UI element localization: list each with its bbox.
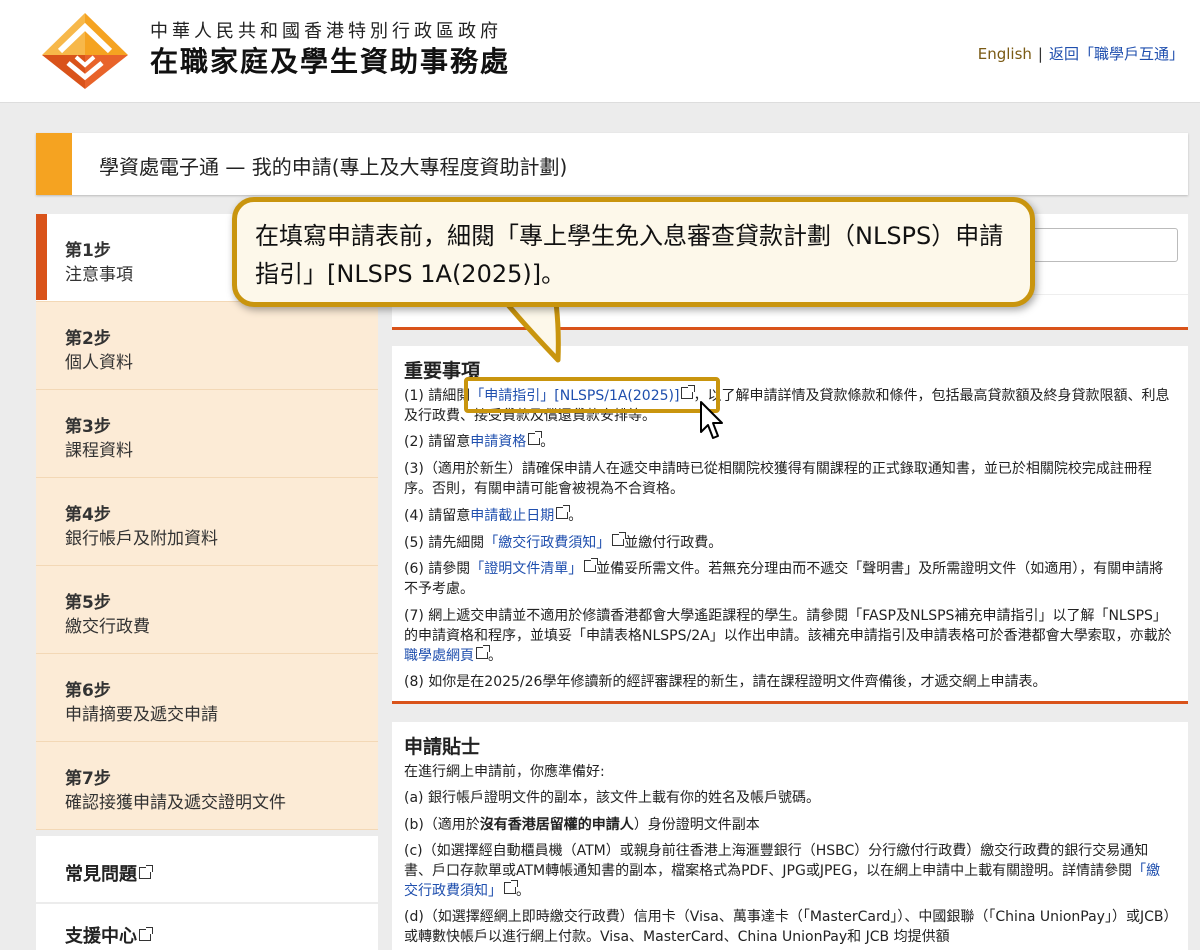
external-link-icon — [528, 431, 543, 445]
tip-text: 。 — [516, 883, 530, 899]
note-text: (4) 請留意 — [404, 508, 471, 524]
tip-bold-text: 沒有香港居留權的申請人 — [479, 817, 634, 833]
sidebar-step-2[interactable]: 第2步 個人資料 — [36, 302, 378, 390]
sidebar-step-7[interactable]: 第7步 確認接獲申請及遞交證明文件 — [36, 742, 378, 830]
tips-intro: 在進行網上申請前，你應準備好: — [404, 764, 605, 780]
application-tips-title: 申請貼士 — [404, 736, 481, 758]
link-highlight-box — [464, 377, 720, 413]
note-text: (7) 網上遞交申請並不適用於修讀香港都會大學遙距課程的學生。請參閱「FASP及… — [404, 608, 1172, 644]
link-separator: | — [1037, 45, 1043, 63]
title-accent — [36, 133, 72, 195]
deadline-link[interactable]: 申請截止日期 — [470, 508, 554, 524]
tip-text: (b)（適用於 — [404, 817, 480, 833]
note-text: 並繳付行政費。 — [624, 535, 723, 551]
sidebar-step-6[interactable]: 第6步 申請摘要及遞交申請 — [36, 654, 378, 742]
site-header: 中華人民共和國香港特別行政區政府 在職家庭及學生資助事務處 English | 返回… — [0, 0, 1200, 103]
external-link-icon — [504, 880, 518, 894]
tip-text: (a) 銀行帳戶證明文件的副本，該文件上載有你的姓名及帳戶號碼。 — [404, 790, 820, 806]
step-number: 第5步 — [65, 593, 111, 613]
instruction-callout: 在填寫申請表前，細閱「專上學生免入息審查貸款計劃（NLSPS）申請指引」[NLS… — [232, 197, 1035, 307]
tip-item-a: (a) 銀行帳戶證明文件的副本，該文件上載有你的姓名及帳戶號碼。 — [404, 788, 1174, 808]
note-text: (3)（適用於新生）請確保申請人在遞交申請時已從相關院校獲得有關課程的正式錄取通… — [404, 461, 1152, 497]
note-item-7: (7) 網上遞交申請並不適用於修讀香港都會大學遙距課程的學生。請參閱「FASP及… — [404, 606, 1174, 666]
support-center-link[interactable]: 支援中心 — [36, 904, 378, 950]
wfsfaa-logo-icon — [42, 13, 128, 89]
mouse-pointer-icon — [700, 401, 723, 439]
note-text: 。 — [568, 508, 583, 524]
step-label: 個人資料 — [65, 353, 133, 373]
header-links: English | 返回「職學戶互通」 — [978, 43, 1184, 64]
note-item-5: (5) 請先細閱「繳交行政費須知」 並繳付行政費。 — [404, 532, 1174, 553]
org-name-line2: 在職家庭及學生資助事務處 — [150, 45, 511, 78]
note-text: (1) 請細閱 — [404, 388, 471, 404]
organization-name: 中華人民共和國香港特別行政區政府 在職家庭及學生資助事務處 — [150, 20, 510, 80]
step-number: 第3步 — [65, 417, 111, 437]
note-text: (5) 請先細閱 — [404, 535, 485, 551]
external-link-icon — [584, 558, 599, 572]
step-label: 繳交行政費 — [65, 617, 150, 637]
callout-text: 在填寫申請表前，細閱「專上學生免入息審查貸款計劃（NLSPS）申請指引」[NLS… — [255, 222, 1004, 288]
admin-fee-notes-link[interactable]: 「繳交行政費須知」 — [484, 535, 610, 551]
note-text: 。 — [540, 434, 555, 450]
tip-text: ）身份證明文件副本 — [633, 817, 760, 833]
note-item-6: (6) 請參閱「證明文件清單」 並備妥所需文件。若無充分理由而不遞交「聲明書」及所… — [404, 558, 1174, 599]
notice-field[interactable] — [1012, 228, 1178, 262]
step-number: 第1步 — [65, 241, 111, 261]
eligibility-link[interactable]: 申請資格 — [470, 434, 526, 450]
sidebar-step-3[interactable]: 第3步 課程資料 — [36, 390, 378, 478]
step-label: 銀行帳戶及附加資料 — [65, 529, 218, 549]
application-tips-panel: 申請貼士 在進行網上申請前，你應準備好: (a) 銀行帳戶證明文件的副本，該文件… — [392, 722, 1188, 950]
step-label: 注意事項 — [65, 265, 133, 285]
english-link[interactable]: English — [978, 45, 1032, 63]
external-link-icon — [476, 645, 490, 659]
step-label: 確認接獲申請及遞交證明文件 — [65, 793, 286, 813]
back-to-portal-link[interactable]: 返回「職學戶互通」 — [1049, 45, 1184, 63]
support-label: 支援中心 — [65, 926, 137, 947]
faq-label: 常見問題 — [65, 864, 137, 885]
tip-item-c: (c)（如選擇經自動櫃員機（ATM）或親身前往香港上海滙豐銀行（HSBC）分行繳… — [404, 841, 1174, 901]
note-text: 。 — [488, 648, 502, 664]
note-text: (2) 請留意 — [404, 434, 471, 450]
page-title: 學資處電子通 — 我的申請(專上及大專程度資助計劃) — [99, 155, 568, 179]
external-link-icon — [139, 865, 153, 879]
step-number: 第7步 — [65, 769, 111, 789]
note-item-2: (2) 請留意申請資格。 — [404, 431, 1174, 452]
tip-item-b: (b)（適用於沒有香港居留權的申請人）身份證明文件副本 — [404, 815, 1174, 835]
external-link-icon — [612, 532, 627, 546]
tip-text: (c)（如選擇經自動櫃員機（ATM）或親身前往香港上海滙豐銀行（HSBC）分行繳… — [404, 843, 1149, 879]
note-text: (8) 如你是在2025/26學年修讀新的經評審課程的新生，請在課程證明文件齊備… — [404, 674, 1047, 690]
document-checklist-link[interactable]: 「證明文件清單」 — [470, 561, 582, 577]
note-item-3: (3)（適用於新生）請確保申請人在遞交申請時已從相關院校獲得有關課程的正式錄取通… — [404, 459, 1174, 499]
wfsfaa-website-link[interactable]: 職學處網頁 — [404, 648, 474, 664]
step-label: 課程資料 — [65, 441, 133, 461]
faq-link[interactable]: 常見問題 — [36, 836, 378, 902]
step-number: 第6步 — [65, 681, 111, 701]
note-item-4: (4) 請留意申請截止日期。 — [404, 505, 1174, 526]
step-number: 第2步 — [65, 329, 111, 349]
tip-item-d: (d)（如選擇經網上即時繳交行政費）信用卡（Visa、萬事達卡（「MasterC… — [404, 907, 1174, 947]
tip-text: (d)（如選擇經網上即時繳交行政費）信用卡（Visa、萬事達卡（「MasterC… — [404, 909, 1171, 945]
org-name-line1: 中華人民共和國香港特別行政區政府 — [150, 21, 502, 42]
step-number: 第4步 — [65, 505, 111, 525]
step-label: 申請摘要及遞交申請 — [65, 705, 218, 725]
note-item-8: (8) 如你是在2025/26學年修讀新的經評審課程的新生，請在課程證明文件齊備… — [404, 672, 1174, 692]
external-link-icon — [556, 505, 571, 519]
external-link-icon — [139, 927, 153, 941]
page-title-bar: 學資處電子通 — 我的申請(專上及大專程度資助計劃) — [36, 133, 1188, 195]
sidebar-step-5[interactable]: 第5步 繳交行政費 — [36, 566, 378, 654]
note-text: (6) 請參閱 — [404, 561, 471, 577]
sidebar-step-4[interactable]: 第4步 銀行帳戶及附加資料 — [36, 478, 378, 566]
